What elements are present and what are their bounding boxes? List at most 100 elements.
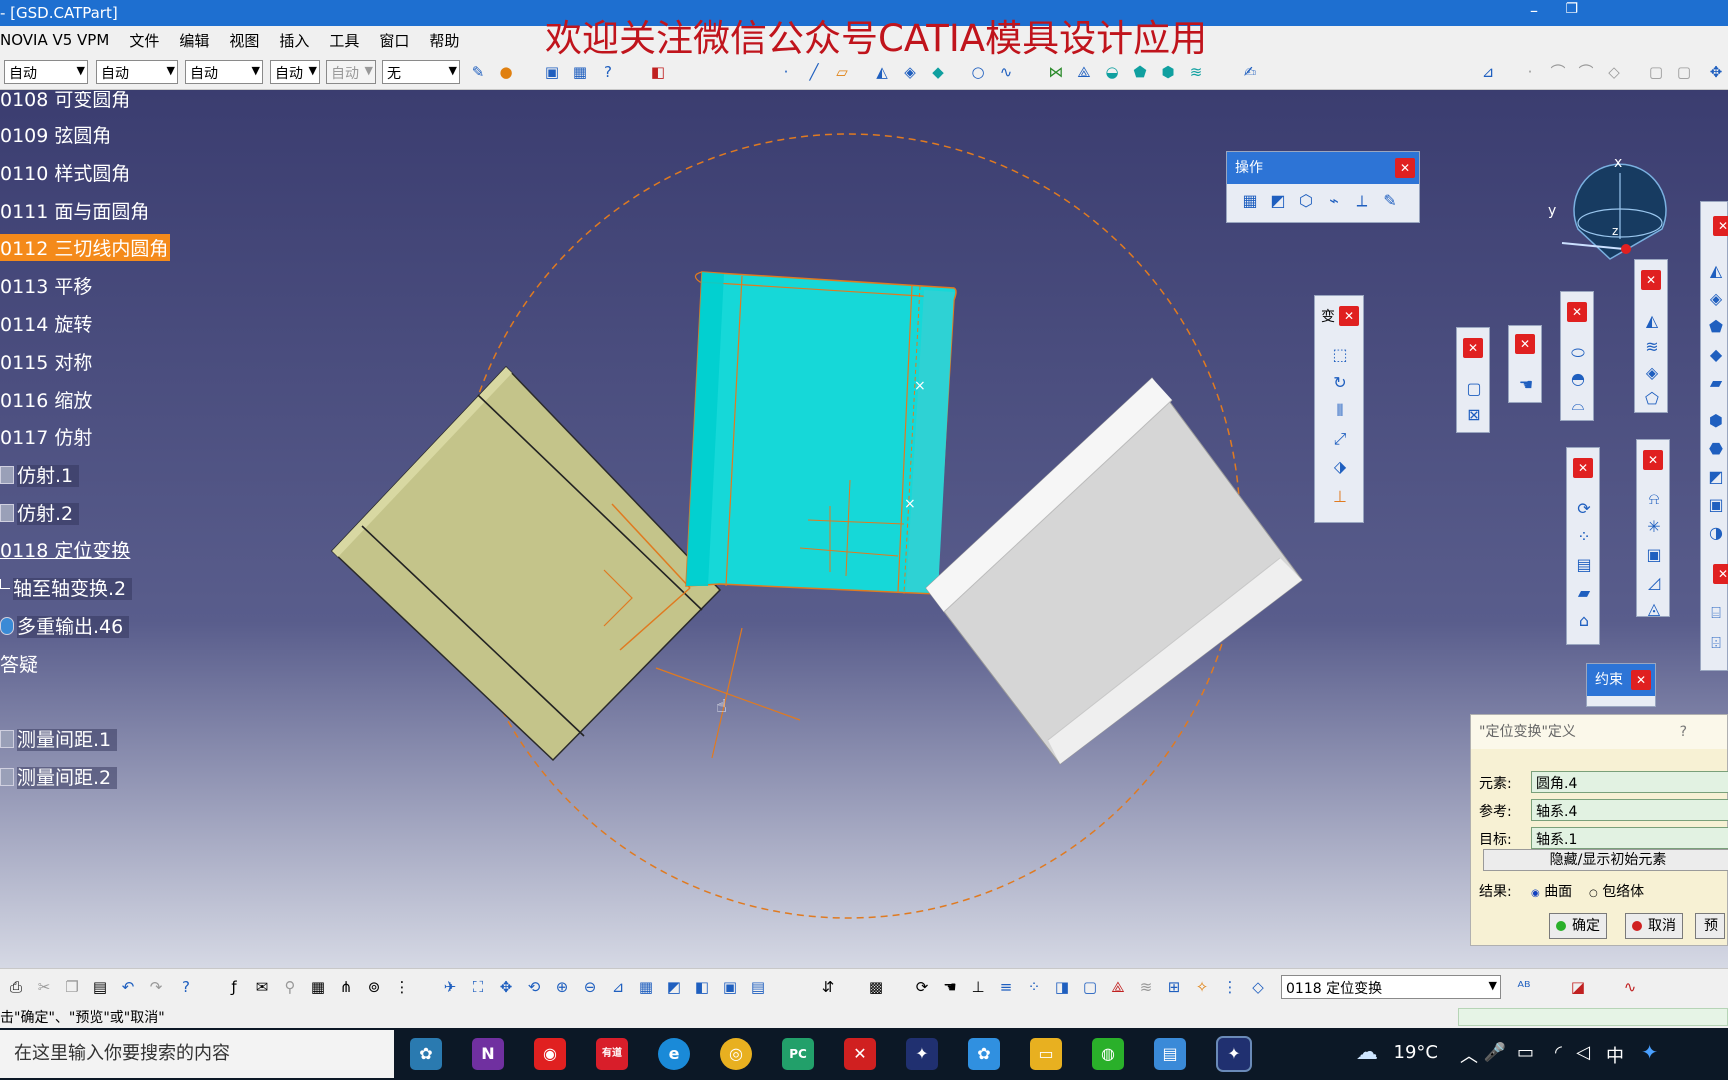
planes-icon[interactable]: ▰ (1573, 582, 1595, 604)
tool-icon[interactable]: ◈ (1705, 288, 1727, 310)
light-bulb-icon[interactable]: ✧ (1192, 977, 1212, 997)
tool-icon[interactable]: ⬟ (1705, 316, 1727, 338)
hide-show-icon[interactable]: ▣ (720, 977, 740, 997)
cut-icon[interactable]: ✂ (34, 977, 54, 997)
tree-item[interactable]: 仿射.2 (0, 499, 80, 526)
tree-item[interactable]: 答疑 (0, 650, 38, 677)
close-icon[interactable]: ✕ (1515, 334, 1535, 354)
graph-icon[interactable]: ∿ (1620, 977, 1640, 997)
sweep-icon[interactable]: ⌓ (1567, 394, 1589, 416)
app-catia-active-icon[interactable]: ✦ (1216, 1036, 1252, 1072)
grid-icon[interactable]: ⁘ (1024, 977, 1044, 997)
app-chrome-icon[interactable]: ◎ (720, 1038, 752, 1070)
paint-icon[interactable]: ● (496, 62, 516, 82)
command-input[interactable] (1458, 1008, 1728, 1026)
help-icon[interactable]: ? (1680, 715, 1687, 749)
scale-icon[interactable]: ⤢ (1329, 428, 1351, 450)
menu-view[interactable]: 视图 (219, 30, 269, 51)
chevron-up-icon[interactable]: ︿ (1460, 1042, 1478, 1068)
battery-icon[interactable]: ▭ (1517, 1042, 1534, 1063)
close-icon[interactable]: ✕ (1339, 306, 1359, 326)
tool-icon[interactable]: ⬢ (1705, 410, 1727, 432)
affine-icon[interactable]: ⬗ (1329, 456, 1351, 478)
thickness-combo[interactable]: 自动 ▼ (270, 60, 320, 84)
star-icon[interactable]: ✳ (1643, 516, 1665, 538)
tree-item[interactable]: 0109 弦圆角 (0, 121, 111, 148)
pan-icon[interactable]: ✥ (496, 977, 516, 997)
menu-file[interactable]: 文件 (119, 30, 169, 51)
extrapolate-icon[interactable]: ⬢ (1158, 62, 1178, 82)
tree-item[interactable]: 0118 定位变换 (0, 536, 130, 563)
close-icon[interactable]: ✕ (1395, 158, 1415, 178)
loft-icon[interactable]: ⬠ (1641, 388, 1663, 410)
white-solid-part[interactable] (925, 377, 1303, 765)
formula-icon[interactable]: ƒ (224, 977, 244, 997)
hand-icon[interactable]: ☚ (1515, 374, 1537, 396)
table-icon[interactable]: ▦ (308, 977, 328, 997)
spline-icon[interactable]: ∿ (996, 62, 1016, 82)
translate-icon[interactable]: ⬚ (1329, 344, 1351, 366)
light-icon[interactable]: ⚲ (280, 977, 300, 997)
split-icon[interactable]: ⌁ (1323, 190, 1345, 212)
menu-window[interactable]: 窗口 (369, 30, 419, 51)
cube-icon[interactable]: ▢ (1463, 378, 1485, 400)
dialog-header[interactable]: "定位变换"定义? (1471, 715, 1727, 749)
app-catia2-icon[interactable]: ✦ (906, 1038, 938, 1070)
box-icon[interactable]: ▣ (1643, 544, 1665, 566)
olive-solid-part[interactable] (330, 365, 722, 762)
fillet-icon[interactable]: ◒ (1102, 62, 1122, 82)
select-icon[interactable]: ▣ (542, 62, 562, 82)
tree-item[interactable]: 仿射.1 (0, 461, 80, 488)
whats-this-icon[interactable]: ? (598, 62, 618, 82)
part-icon[interactable]: ◨ (1052, 977, 1072, 997)
trim-icon[interactable]: ⟂ (1351, 190, 1373, 212)
print-icon[interactable]: ⎙ (6, 977, 26, 997)
tree-item[interactable]: 0115 对称 (0, 348, 92, 375)
preview-button[interactable]: 预 (1695, 913, 1725, 939)
tree-expand-icon[interactable]: ⋮ (392, 977, 412, 997)
multi-view-icon[interactable]: ▦ (636, 977, 656, 997)
operation-palette-header[interactable]: 操作 ✕ (1227, 152, 1419, 184)
volume-icon[interactable]: ◁ (1576, 1042, 1590, 1063)
catia-tray-icon[interactable]: ✦ (1641, 1040, 1658, 1064)
tree-item[interactable]: 0111 面与面圆角 (0, 197, 149, 224)
camera-icon[interactable]: ▩ (866, 977, 886, 997)
fillet-icon[interactable]: ✎ (1379, 190, 1401, 212)
close-icon[interactable]: ✕ (1631, 670, 1651, 690)
taskbar-search-input[interactable]: 在这里输入你要搜索的内容 (0, 1030, 394, 1078)
point-combo[interactable]: 自动 ▼ (326, 60, 376, 84)
close-icon[interactable]: ✕ (1713, 564, 1728, 584)
eraser-icon[interactable]: ◇ (1248, 977, 1268, 997)
line-icon[interactable]: ╱ (804, 62, 824, 82)
result-surface-radio[interactable]: ◉ 曲面 (1531, 881, 1572, 901)
refresh-icon[interactable]: ⟳ (912, 977, 932, 997)
color-combo[interactable]: 自动 ▼ (96, 60, 178, 84)
tree-item[interactable]: 轴至轴变换.2 (0, 574, 133, 601)
rotate-view-icon[interactable]: ⟲ (524, 977, 544, 997)
close-icon[interactable]: ✕ (1641, 270, 1661, 290)
tree-item[interactable]: 0117 仿射 (0, 423, 92, 450)
ime-indicator[interactable]: 中 (1606, 1042, 1624, 1068)
zoom-in-icon[interactable]: ⊕ (552, 977, 572, 997)
app-edge-icon[interactable]: e (658, 1038, 690, 1070)
redo-icon[interactable]: ↷ (146, 977, 166, 997)
close-icon[interactable]: ✕ (1713, 216, 1728, 236)
layers-icon[interactable]: ≋ (1186, 62, 1206, 82)
app-audio-icon[interactable]: ◉ (534, 1038, 566, 1070)
plane-icon[interactable]: ▱ (832, 62, 852, 82)
weather-temperature[interactable]: 19°C (1394, 1042, 1438, 1063)
point-grid-icon[interactable]: ▤ (1573, 554, 1595, 576)
sweep-icon[interactable]: ◈ (900, 62, 920, 82)
normal-view-icon[interactable]: ⊿ (608, 977, 628, 997)
symmetry-icon[interactable]: ⫴ (1329, 400, 1351, 422)
join-icon[interactable]: ▦ (1239, 190, 1261, 212)
revolve-icon[interactable]: ◓ (1567, 368, 1589, 390)
surface-icon[interactable]: ◿ (1643, 572, 1665, 594)
transfer-icon[interactable]: ⇵ (818, 977, 838, 997)
app-remote-icon[interactable]: ▤ (1154, 1038, 1186, 1070)
tree-item[interactable]: 0110 样式圆角 (0, 159, 130, 186)
element-field[interactable]: 圆角.4 (1531, 771, 1728, 793)
align-icon[interactable]: ≡ (996, 977, 1016, 997)
toggle-initial-elements-button[interactable]: 隐藏/显示初始元素 (1483, 849, 1728, 871)
constraint-palette-header[interactable]: 约束 ✕ (1587, 664, 1655, 696)
